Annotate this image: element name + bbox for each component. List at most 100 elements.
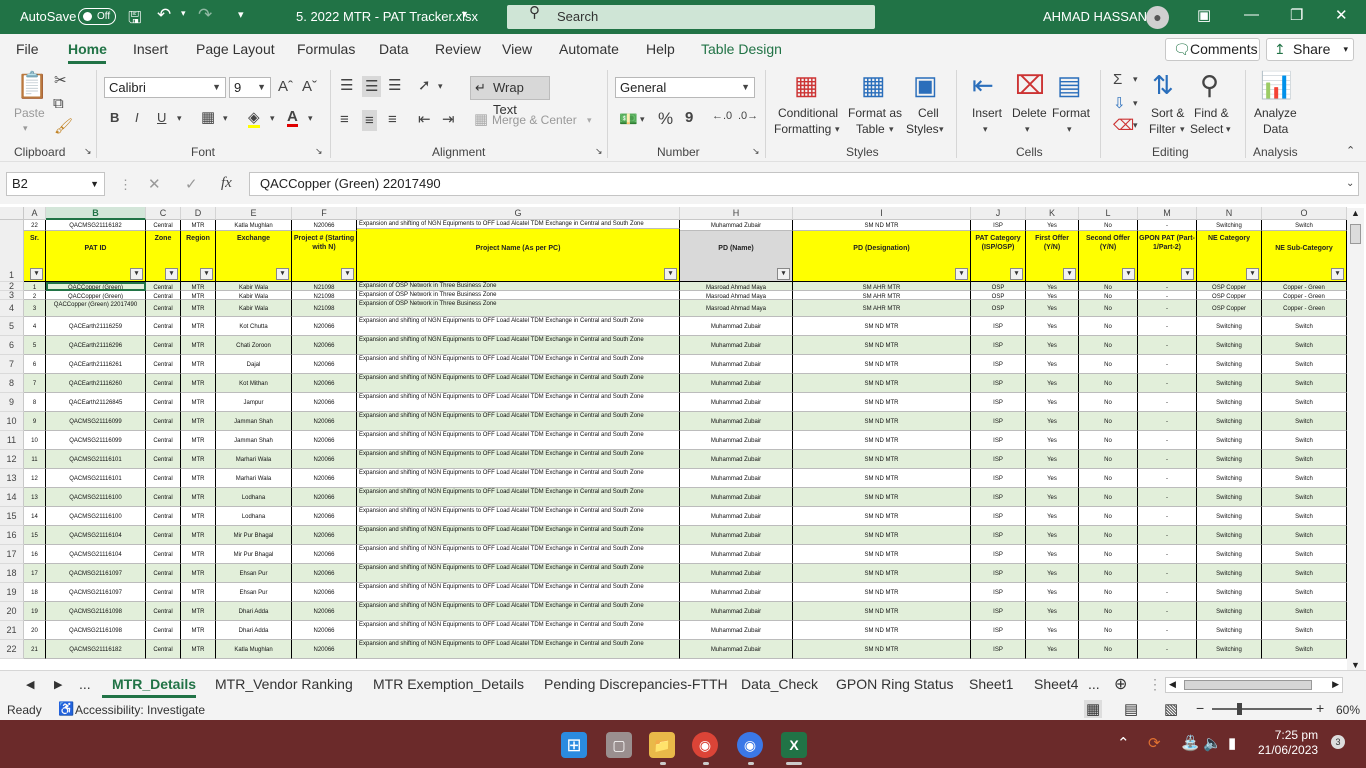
table-cell[interactable]: Yes <box>1026 300 1079 317</box>
table-cell[interactable]: Muhammad Zubair <box>680 507 793 526</box>
horizontal-scrollbar[interactable]: ◀ ▶ <box>1165 677 1343 693</box>
table-cell[interactable]: MTR <box>181 526 216 545</box>
table-cell[interactable]: Expansion and shifting of NGN Equipments… <box>357 317 680 336</box>
table-cell[interactable]: 7 <box>24 374 46 393</box>
table-cell[interactable]: - <box>1138 450 1197 469</box>
table-cell[interactable]: ISP <box>971 564 1026 583</box>
table-cell[interactable]: SM ND MTR <box>793 583 971 602</box>
alignment-launcher-icon[interactable]: ↘ <box>595 147 603 156</box>
table-cell[interactable]: QACMSG21116104 <box>46 545 146 564</box>
table-cell[interactable]: SM ND MTR <box>793 355 971 374</box>
table-cell[interactable]: No <box>1079 374 1138 393</box>
table-cell[interactable]: No <box>1079 412 1138 431</box>
currency-dropdown-icon[interactable]: ▾ <box>640 115 645 124</box>
table-cell[interactable]: Switch <box>1262 507 1347 526</box>
table-cell[interactable]: SM ND MTR <box>793 412 971 431</box>
table-cell[interactable]: Masroad Ahmad Maya <box>680 282 793 291</box>
increase-indent-icon[interactable]: ⇥ <box>442 112 455 127</box>
table-cell[interactable]: - <box>1138 300 1197 317</box>
table-cell[interactable]: Dajal <box>216 355 292 374</box>
row-header[interactable]: 12 <box>0 450 24 469</box>
zoom-out-icon[interactable]: − <box>1196 700 1204 716</box>
format-painter-icon[interactable]: 🖌 <box>54 119 73 134</box>
table-cell[interactable]: ISP <box>971 336 1026 355</box>
cell-styles-label-1[interactable]: Cell <box>918 106 939 120</box>
analyze-data-label-1[interactable]: Analyze <box>1254 106 1297 120</box>
table-cell[interactable]: QACMSG21116101 <box>46 469 146 488</box>
table-cell[interactable]: 12 <box>24 469 46 488</box>
table-cell[interactable]: MTR <box>181 640 216 659</box>
table-cell[interactable]: MTR <box>181 393 216 412</box>
filter-dropdown-icon[interactable]: ▾ <box>165 268 178 280</box>
table-cell[interactable]: Switch <box>1262 374 1347 393</box>
table-cell[interactable]: Expansion and shifting of NGN Equipments… <box>357 336 680 355</box>
ribbon-display-icon[interactable]: ▣ <box>1197 6 1211 24</box>
table-cell[interactable]: QACCopper (Green) <box>46 282 146 291</box>
filter-dropdown-icon[interactable]: ▾ <box>1010 268 1023 280</box>
table-cell[interactable]: Switch <box>1262 621 1347 640</box>
row-header[interactable]: 21 <box>0 621 24 640</box>
borders-dropdown-icon[interactable]: ▾ <box>223 114 228 123</box>
table-cell[interactable]: Central <box>146 450 181 469</box>
zoom-level[interactable]: 60% <box>1336 703 1360 717</box>
table-cell[interactable]: Muhammad Zubair <box>680 469 793 488</box>
next-sheet-icon[interactable]: ▶ <box>54 678 62 691</box>
table-cell[interactable]: - <box>1138 282 1197 291</box>
table-cell[interactable]: - <box>1138 317 1197 336</box>
fill-dropdown-icon[interactable]: ▾ <box>1133 99 1138 108</box>
row-header[interactable]: 7 <box>0 355 24 374</box>
table-cell[interactable]: Central <box>146 300 181 317</box>
table-cell[interactable]: 15 <box>24 526 46 545</box>
font-launcher-icon[interactable]: ↘ <box>315 147 323 156</box>
more-options-icon[interactable]: ⋮ <box>119 178 132 191</box>
row-header[interactable]: 11 <box>0 431 24 450</box>
table-cell[interactable]: Switching <box>1197 583 1262 602</box>
table-cell[interactable]: N20066 <box>292 450 357 469</box>
table-cell[interactable]: N20066 <box>292 526 357 545</box>
customize-toolbar-icon[interactable]: ▾ <box>238 8 244 21</box>
table-cell[interactable]: MTR <box>181 300 216 317</box>
table-cell[interactable]: - <box>1138 545 1197 564</box>
file-icon[interactable]: ▢ <box>606 732 632 758</box>
table-cell[interactable]: Central <box>146 564 181 583</box>
table-cell[interactable]: Switch <box>1262 488 1347 507</box>
table-cell[interactable]: OSP <box>971 282 1026 291</box>
font-color-icon[interactable]: A <box>287 109 298 127</box>
table-cell[interactable]: Switch <box>1262 355 1347 374</box>
table-cell[interactable]: Kot Mithan <box>216 374 292 393</box>
table-cell[interactable]: Switch <box>1262 317 1347 336</box>
table-cell[interactable]: Marhari Wala <box>216 450 292 469</box>
table-cell[interactable]: Switching <box>1197 431 1262 450</box>
table-cell[interactable]: MTR <box>181 374 216 393</box>
table-cell[interactable]: N20066 <box>292 317 357 336</box>
cell-styles-label-2[interactable]: Styles <box>906 122 939 136</box>
table-cell[interactable]: QACMSG21116099 <box>46 431 146 450</box>
cell-styles-dropdown-icon[interactable]: ▾ <box>939 125 944 134</box>
table-cell[interactable]: Expansion of OSP Network in Three Busine… <box>357 300 680 317</box>
table-cell[interactable]: N20066 <box>292 640 357 659</box>
table-cell[interactable]: OSP <box>971 300 1026 317</box>
table-cell[interactable]: No <box>1079 282 1138 291</box>
table-cell[interactable]: SM ND MTR <box>793 526 971 545</box>
table-cell[interactable]: Expansion and shifting of NGN Equipments… <box>357 564 680 583</box>
row-header[interactable]: 5 <box>0 317 24 336</box>
format-cells-icon[interactable]: ▤ <box>1057 72 1082 98</box>
table-cell[interactable]: MTR <box>181 602 216 621</box>
enter-icon[interactable]: ✓ <box>185 177 198 192</box>
formula-input[interactable]: QACCopper (Green) 22017490 <box>249 172 1359 196</box>
prev-sheet-icon[interactable]: ◀ <box>26 678 34 691</box>
table-cell[interactable]: 5 <box>24 336 46 355</box>
table-cell[interactable]: Muhammad Zubair <box>680 545 793 564</box>
row-header[interactable]: 17 <box>0 545 24 564</box>
table-cell[interactable]: N20066 <box>292 393 357 412</box>
table-cell[interactable]: Yes <box>1026 526 1079 545</box>
filter-dropdown-icon[interactable]: ▾ <box>130 268 143 280</box>
tab-automate[interactable]: Automate <box>559 41 619 57</box>
table-cell[interactable]: 1 <box>24 282 46 291</box>
zoom-slider[interactable] <box>1212 708 1312 710</box>
insert-cells-icon[interactable]: ⇤ <box>972 72 994 98</box>
table-cell[interactable]: QACMSG21116182 <box>46 220 146 231</box>
table-cell[interactable]: Muhammad Zubair <box>680 602 793 621</box>
column-header-g[interactable]: G <box>357 207 680 220</box>
column-header-f[interactable]: F <box>292 207 357 220</box>
